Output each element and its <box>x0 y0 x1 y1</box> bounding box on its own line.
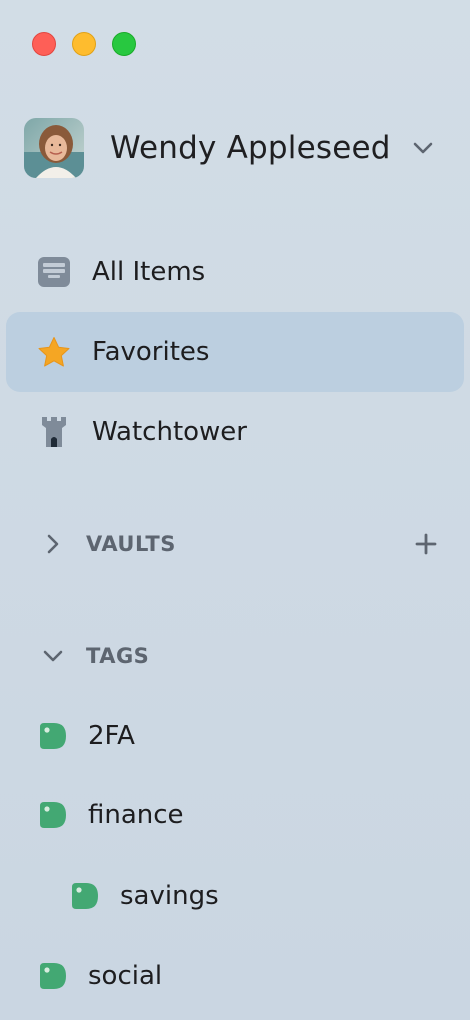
tower-icon <box>36 414 72 450</box>
chevron-down-icon[interactable] <box>40 643 66 669</box>
close-window-button[interactable] <box>32 32 56 56</box>
sidebar-item-all-items[interactable]: All Items <box>6 232 464 312</box>
avatar <box>24 118 84 178</box>
chevron-right-icon[interactable] <box>40 531 66 557</box>
tag-item-savings[interactable]: savings <box>70 874 219 918</box>
tag-icon <box>72 883 98 909</box>
sidebar-item-label: Favorites <box>92 337 210 367</box>
tag-item-finance[interactable]: finance <box>38 793 184 837</box>
account-name: Wendy Appleseed <box>110 130 391 166</box>
sidebar-item-favorites[interactable]: Favorites <box>6 312 464 392</box>
tag-icon <box>40 723 66 749</box>
tag-label: savings <box>120 881 219 911</box>
sidebar-item-label: All Items <box>92 257 206 287</box>
section-label: TAGS <box>86 644 150 668</box>
tag-icon <box>40 963 66 989</box>
minimize-window-button[interactable] <box>72 32 96 56</box>
tag-icon <box>40 802 66 828</box>
tag-item-social[interactable]: social <box>38 954 162 998</box>
sidebar-item-watchtower[interactable]: Watchtower <box>6 392 464 472</box>
account-switcher[interactable]: Wendy Appleseed <box>24 118 444 178</box>
tag-label: 2FA <box>88 721 135 751</box>
sidebar-item-label: Watchtower <box>92 417 247 447</box>
tag-item-2fa[interactable]: 2FA <box>38 714 135 758</box>
star-icon <box>36 334 72 370</box>
plus-icon[interactable] <box>412 530 440 558</box>
tag-label: social <box>88 961 163 991</box>
user-avatar-photo-icon <box>24 118 84 178</box>
tags-section-header[interactable]: TAGS <box>40 636 440 676</box>
zoom-window-button[interactable] <box>112 32 136 56</box>
section-label: VAULTS <box>86 532 176 556</box>
all-items-icon <box>36 254 72 290</box>
vaults-section-header[interactable]: VAULTS <box>40 524 440 564</box>
window-controls <box>32 32 136 56</box>
tag-label: finance <box>88 800 184 830</box>
chevron-down-icon[interactable] <box>412 141 434 155</box>
